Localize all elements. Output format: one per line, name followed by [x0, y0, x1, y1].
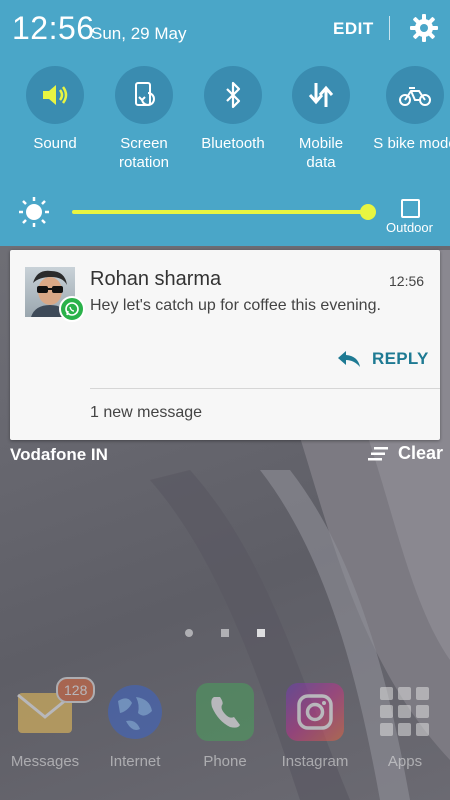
notification-summary: 1 new message	[90, 404, 203, 421]
divider	[90, 388, 440, 389]
notification-message: Hey let's catch up for coffee this eveni…	[90, 297, 381, 314]
instagram-icon	[286, 683, 344, 741]
dock-app-apps[interactable]: Apps	[365, 683, 445, 770]
notification-card[interactable]: Rohan sharma 12:56 Hey let's catch up fo…	[10, 250, 440, 440]
dock-label: Phone	[203, 753, 247, 770]
notification-sender: Rohan sharma	[90, 268, 222, 290]
phone-icon	[196, 683, 254, 741]
brightness-sun-icon	[19, 197, 49, 227]
tile-label: Screen rotation	[118, 135, 170, 171]
page-indicator-dot	[257, 629, 265, 637]
brightness-slider[interactable]	[72, 210, 370, 214]
mobile-data-icon	[308, 83, 334, 107]
apps-grid-icon	[376, 683, 434, 741]
clear-button[interactable]: Clear	[368, 443, 443, 464]
volume-icon	[43, 85, 68, 105]
status-date: Sun, 29 May	[91, 24, 187, 43]
outdoor-checkbox[interactable]	[401, 199, 420, 218]
tile-s-bike-mode[interactable]: S bike mode	[365, 66, 450, 153]
edit-button[interactable]: EDIT	[333, 19, 374, 39]
unread-badge: 128	[56, 677, 96, 703]
tile-label: Bluetooth	[201, 135, 265, 152]
tile-screen-rotation[interactable]: Screen rotation	[99, 66, 189, 172]
messages-icon: 128	[16, 677, 96, 741]
carrier-label: Vodafone IN	[10, 445, 108, 464]
notification-time: 12:56	[389, 273, 425, 289]
brightness-slider-thumb[interactable]	[360, 204, 376, 220]
tile-sound[interactable]: Sound	[10, 66, 100, 153]
bike-icon	[399, 87, 431, 106]
dock-app-instagram[interactable]: Instagram	[275, 683, 355, 770]
clear-all-icon	[368, 446, 388, 460]
dock-label: Messages	[10, 753, 80, 770]
rotation-icon	[135, 82, 155, 106]
dock-app-internet[interactable]: Internet	[95, 683, 175, 770]
tile-bluetooth[interactable]: Bluetooth	[188, 66, 278, 153]
dock-label: Instagram	[281, 753, 349, 770]
divider	[389, 16, 390, 40]
settings-gear-icon[interactable]	[409, 13, 439, 43]
bluetooth-icon	[226, 81, 241, 109]
quick-panel: 12:56 Sun, 29 May EDIT Sound Screen rota…	[0, 0, 450, 246]
status-time: 12:56	[12, 10, 95, 46]
tile-label: S bike mode	[373, 135, 450, 152]
reply-label: REPLY	[372, 349, 429, 368]
internet-icon	[106, 683, 164, 741]
page-indicator-dot	[185, 629, 193, 637]
outdoor-label: Outdoor	[386, 220, 433, 235]
dock-app-phone[interactable]: Phone	[185, 683, 265, 770]
reply-button[interactable]: REPLY	[336, 346, 429, 372]
tile-label: Sound	[33, 135, 77, 152]
tile-label: Mobile data	[298, 135, 344, 171]
page-indicator-dot	[221, 629, 229, 637]
dock-app-messages[interactable]: 128 Messages	[5, 677, 96, 770]
whatsapp-icon	[59, 296, 85, 322]
reply-arrow-icon	[338, 351, 360, 367]
clear-label: Clear	[398, 443, 444, 463]
dock-label: Apps	[387, 753, 423, 770]
tile-mobile-data[interactable]: Mobile data	[276, 66, 366, 172]
dock-label: Internet	[109, 753, 161, 770]
